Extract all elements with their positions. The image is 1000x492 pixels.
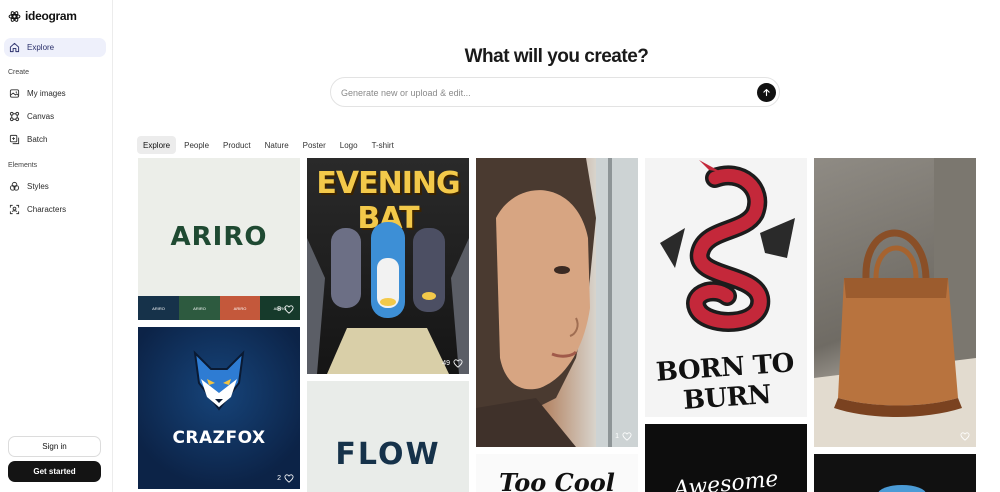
dark-card-image: [878, 485, 926, 492]
sidebar-item-canvas[interactable]: Canvas: [4, 107, 106, 126]
gallery-card-too-cool[interactable]: Too Cool: [476, 454, 638, 492]
sidebar-item-styles[interactable]: Styles: [4, 177, 106, 196]
color-swatch: ARIRO: [220, 296, 260, 320]
ideogram-logo[interactable]: ideogram: [8, 9, 77, 23]
like-counter[interactable]: 8: [277, 305, 294, 314]
tab-people[interactable]: People: [178, 136, 215, 154]
sidebar-item-characters[interactable]: Characters: [4, 200, 106, 219]
heart-icon: [960, 432, 970, 441]
tab-explore[interactable]: Explore: [137, 136, 177, 154]
styles-icon: [9, 181, 20, 191]
gallery-card-flow[interactable]: FLOW: [307, 381, 469, 492]
batch-icon: [9, 134, 20, 145]
gallery-card-dragon[interactable]: BORN TO BURN: [645, 158, 807, 417]
card-logo-text: FLOW: [335, 437, 441, 472]
gallery-card-handbag[interactable]: [814, 158, 976, 447]
elements-section-label: Elements: [8, 162, 38, 169]
tab-tshirt[interactable]: T-shirt: [366, 136, 400, 154]
fox-logo-illustration: [193, 350, 245, 411]
like-counter[interactable]: 2: [277, 474, 294, 483]
sidebar-item-label: Explore: [27, 43, 55, 52]
sidebar-item-batch[interactable]: Batch: [4, 130, 106, 149]
category-tabs: Explore People Product Nature Poster Log…: [137, 136, 400, 154]
sidebar-item-explore[interactable]: Explore: [4, 38, 106, 57]
tab-poster[interactable]: Poster: [297, 136, 332, 154]
gallery-card-evening-bat[interactable]: EVENING BAT 49: [307, 158, 469, 374]
color-swatch: ARIRO: [138, 296, 179, 320]
tab-product[interactable]: Product: [217, 136, 257, 154]
characters-icon: [9, 204, 20, 215]
gallery-card-ariro[interactable]: ARIRO ARIRO ARIRO ARIRO ARIRO 8: [138, 158, 300, 320]
image-icon: [9, 89, 20, 98]
like-counter[interactable]: 1: [615, 432, 632, 441]
sidebar-item-label: Characters: [27, 205, 67, 214]
gallery-card-script[interactable]: Awesome: [645, 424, 807, 492]
card-poster-title: Awesome: [672, 466, 780, 492]
sidebar-item-label: Canvas: [27, 112, 55, 121]
sidebar-item-label: Batch: [27, 135, 48, 144]
tab-nature[interactable]: Nature: [259, 136, 295, 154]
like-counter[interactable]: [960, 432, 970, 441]
heart-icon: [453, 359, 463, 368]
heart-icon: [284, 305, 294, 314]
home-icon: [9, 42, 20, 53]
gallery-card-dark[interactable]: [814, 454, 976, 492]
sidebar: ideogram Explore Create My images Canvas…: [0, 0, 113, 492]
like-count: 2: [277, 475, 281, 482]
card-logo-text: CRAZFOX: [172, 428, 266, 448]
heart-icon: [622, 432, 632, 441]
sidebar-item-label: My images: [27, 89, 66, 98]
portrait-photo: [476, 158, 638, 447]
get-started-button[interactable]: Get started: [8, 461, 101, 482]
bat-poster-illustration: [307, 222, 469, 374]
arrow-up-icon: [763, 88, 770, 97]
ideogram-logo-icon: [8, 10, 21, 22]
app-name: ideogram: [25, 9, 77, 23]
handbag-photo: [814, 158, 976, 447]
page-headline: What will you create?: [464, 46, 649, 67]
sidebar-item-label: Styles: [27, 182, 49, 191]
like-counter[interactable]: 49: [442, 359, 463, 368]
like-count: 1: [615, 433, 619, 440]
card-poster-title: BORN TO BURN: [655, 348, 795, 416]
create-section-label: Create: [8, 69, 30, 76]
like-count: 8: [277, 306, 281, 313]
card-poster-title: Too Cool: [499, 468, 615, 492]
sign-in-button[interactable]: Sign in: [8, 436, 101, 457]
color-swatch: ARIRO: [179, 296, 220, 320]
card-logo-text: ARIRO: [170, 222, 268, 252]
heart-icon: [284, 474, 294, 483]
tab-logo[interactable]: Logo: [334, 136, 364, 154]
like-count: 49: [442, 360, 450, 367]
gallery-card-crazfox[interactable]: CRAZFOX 2: [138, 327, 300, 489]
prompt-input[interactable]: [341, 84, 741, 102]
prompt-bar: [330, 77, 780, 107]
canvas-icon: [9, 111, 20, 122]
gallery-card-woman-portrait[interactable]: 1: [476, 158, 638, 447]
sidebar-item-my-images[interactable]: My images: [4, 84, 106, 103]
submit-button[interactable]: [757, 83, 776, 102]
